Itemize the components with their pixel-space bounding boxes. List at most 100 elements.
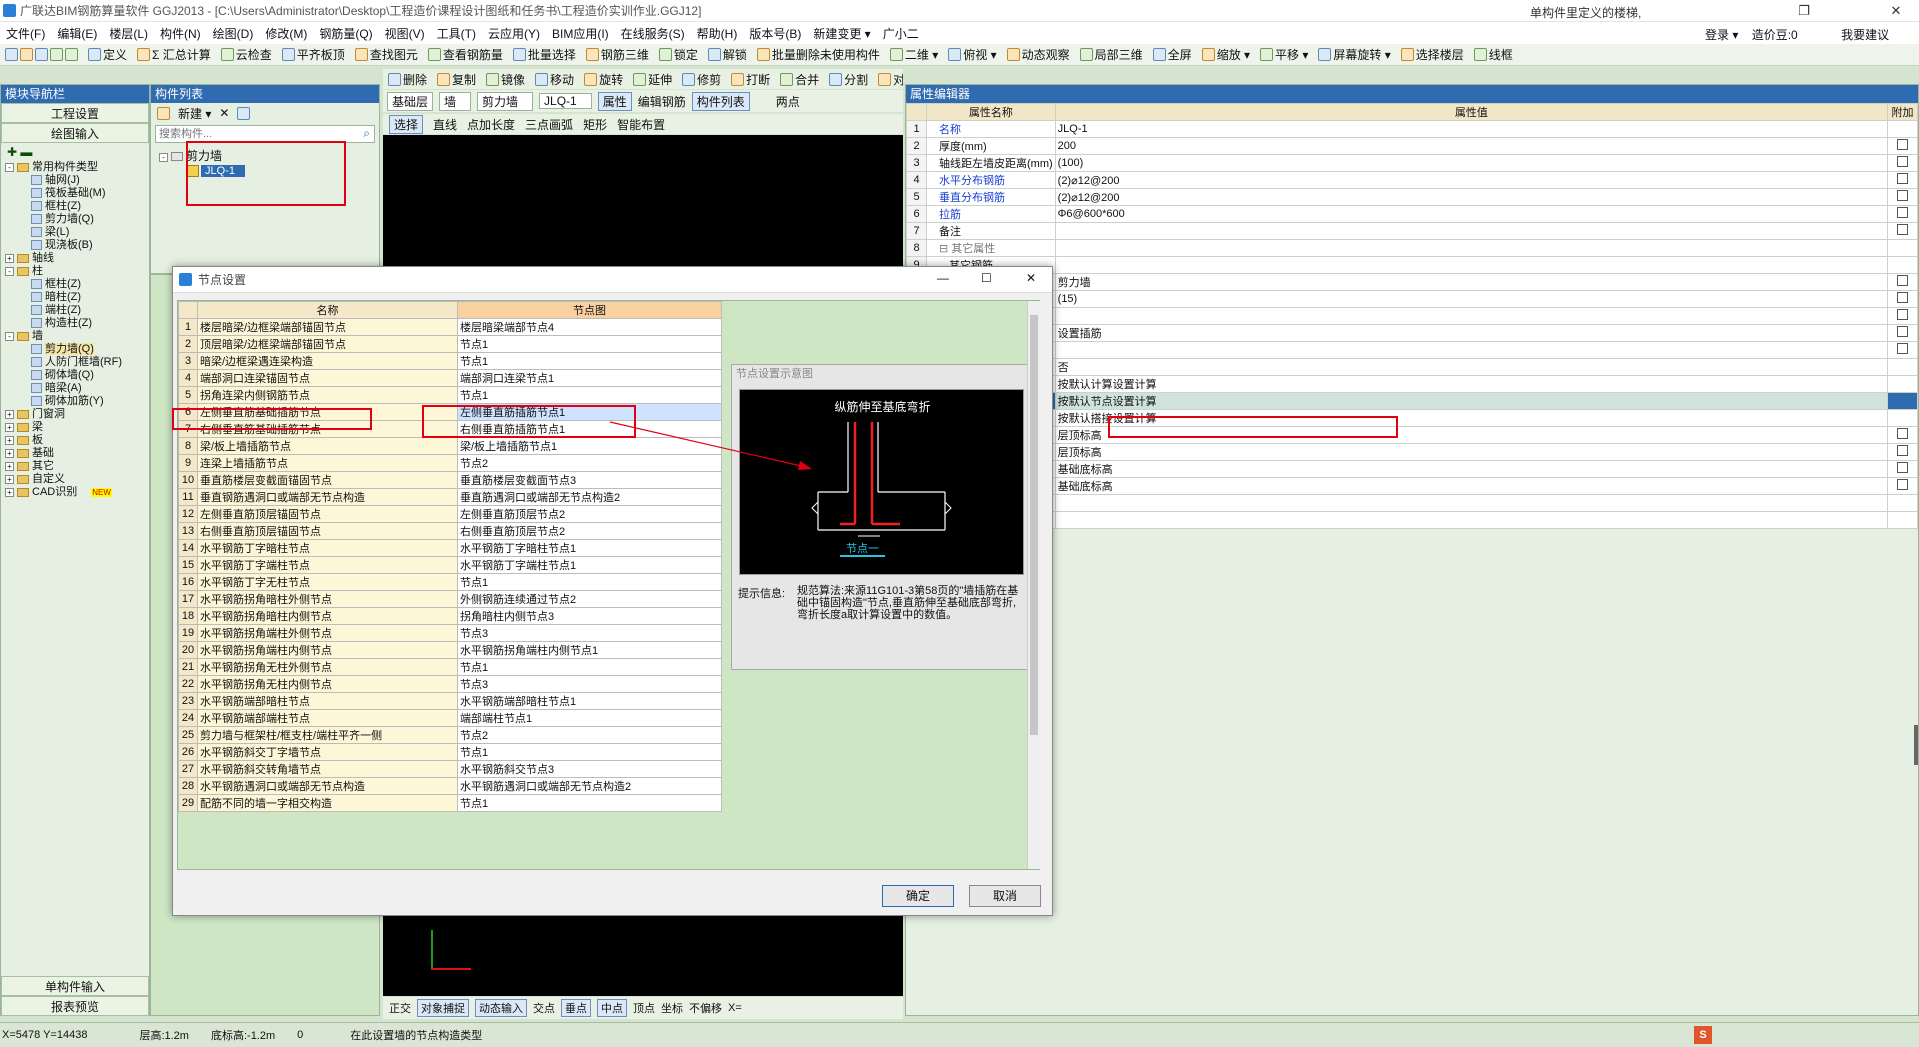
nav-tree-item[interactable]: 端柱(Z) <box>5 304 149 317</box>
property-row[interactable]: 19起点顶标高(m)层顶标高 <box>906 426 1918 444</box>
nav-tree-item[interactable]: -墙 <box>5 330 149 343</box>
menu-item-0[interactable]: 文件(F) <box>0 25 51 42</box>
project-settings-button[interactable]: 工程设置 <box>1 103 149 123</box>
component-select[interactable]: JLQ-1 <box>539 93 592 109</box>
node-row[interactable]: 27 水平钢筋斜交转角墙节点 水平钢筋斜交节点3 <box>178 760 722 778</box>
toolbar-btn-6[interactable]: 批量选择 <box>508 45 581 65</box>
attach-checkbox[interactable] <box>1897 445 1908 456</box>
nav-tree-item[interactable]: 暗柱(Z) <box>5 291 149 304</box>
node-row[interactable]: 20 水平钢筋拐角端柱内侧节点 水平钢筋拐角端柱内侧节点1 <box>178 641 722 659</box>
property-row[interactable]: 22终点底标高(m)基础底标高 <box>906 477 1918 495</box>
attach-checkbox[interactable] <box>1897 207 1908 218</box>
nav-tree-item[interactable]: - 常用构件类型 <box>5 161 149 174</box>
edit-btn-6[interactable]: 修剪 <box>677 69 726 89</box>
property-row[interactable]: 14插筋信息 <box>906 341 1918 359</box>
toolbar-btn-15[interactable]: 全屏 <box>1148 45 1197 65</box>
attach-checkbox[interactable] <box>1897 462 1908 473</box>
node-row[interactable]: 22 水平钢筋拐角无柱内侧节点 节点3 <box>178 675 722 693</box>
nav-tree-item[interactable]: + 轴线 <box>5 252 149 265</box>
toolbar-btn-9[interactable]: 解锁 <box>703 45 752 65</box>
toolbar-btn-8[interactable]: 锁定 <box>654 45 703 65</box>
property-row[interactable]: 21起点底标高(m)基础底标高 <box>906 460 1918 478</box>
draw-input-button[interactable]: 绘图输入 <box>1 123 149 143</box>
menu-item-4[interactable]: 绘图(D) <box>207 25 260 42</box>
nav-tree-item[interactable]: + 基础 <box>5 447 149 460</box>
draw-btn-2[interactable]: 点加长度 <box>467 116 515 133</box>
edit-btn-4[interactable]: 旋转 <box>579 69 628 89</box>
nav-tree-item[interactable]: 剪力墙(Q) <box>5 343 149 356</box>
attach-checkbox[interactable] <box>1897 275 1908 286</box>
attach-checkbox[interactable] <box>1897 224 1908 235</box>
toolbar-btn-7[interactable]: 钢筋三维 <box>581 45 654 65</box>
toolbar-btn-20[interactable]: 线框 <box>1469 45 1518 65</box>
edit-btn-7[interactable]: 打断 <box>726 69 775 89</box>
nav-tree-item[interactable]: 砌体加筋(Y) <box>5 395 149 408</box>
edit-btn-10[interactable]: 对齐 ▾ <box>873 69 903 89</box>
toolbar-btn-19[interactable]: 选择楼层 <box>1396 45 1469 65</box>
cancel-button[interactable]: 取消 <box>969 885 1041 907</box>
menu-item-10[interactable]: BIM应用(I) <box>546 25 615 42</box>
nav-tree-item[interactable]: + 板 <box>5 434 149 447</box>
property-row[interactable]: 20终点顶标高(m)层顶标高 <box>906 443 1918 461</box>
node-row[interactable]: 3 暗梁/边框梁遇连梁构造 节点1 <box>178 352 722 370</box>
draw-btn-5[interactable]: 智能布置 <box>617 116 665 133</box>
nav-tree-item[interactable]: 筏板基础(M) <box>5 187 149 200</box>
tree-expand-icons[interactable]: ✚ ▬ <box>1 143 149 161</box>
subtype-select[interactable]: 剪力墙 <box>477 91 534 111</box>
property-row[interactable]: 38⊞ 显示样式 <box>906 511 1918 529</box>
property-row[interactable]: 18搭接设置按默认搭接设置计算 <box>906 409 1918 427</box>
new-component-button[interactable]: 新建 ▾ <box>178 105 211 122</box>
attach-checkbox[interactable] <box>1897 343 1908 354</box>
attach-checkbox[interactable] <box>1897 326 1908 337</box>
maximize-icon[interactable]: ☐ <box>981 271 992 285</box>
floor-select[interactable]: 基础层 <box>387 91 434 111</box>
suggest-button[interactable]: 我要建议 <box>1841 28 1889 42</box>
nav-tree-item[interactable]: 框柱(Z) <box>5 200 149 213</box>
delete-icon[interactable]: ✕ <box>219 106 229 120</box>
toolbar-btn-4[interactable]: 查找图元 <box>350 45 423 65</box>
node-row[interactable]: 13 右侧垂直筋顶层锚固节点 右侧垂直筋顶层节点2 <box>178 522 722 540</box>
node-row[interactable]: 25 剪力墙与框架柱/框支柱/端柱平齐一侧 节点2 <box>178 726 722 744</box>
menu-item-3[interactable]: 构件(N) <box>154 25 207 42</box>
menu-item-13[interactable]: 版本号(B) <box>743 25 807 42</box>
nav-tree-item[interactable]: + CAD识别 NEW <box>5 486 149 499</box>
edit-btn-2[interactable]: 镜像 <box>481 69 530 89</box>
type-select[interactable]: 墙 <box>439 91 472 111</box>
menu-item-5[interactable]: 修改(M) <box>259 25 313 42</box>
toolbar-btn-0[interactable]: 定义 <box>83 45 132 65</box>
menu-item-8[interactable]: 工具(T) <box>431 25 482 42</box>
snap-btn-7[interactable]: 坐标 <box>661 1000 683 1016</box>
single-component-button[interactable]: 单构件输入 <box>1 976 149 996</box>
node-row[interactable]: 21 水平钢筋拐角无柱外侧节点 节点1 <box>178 658 722 676</box>
toolbar-btn-16[interactable]: 缩放 ▾ <box>1197 45 1255 65</box>
nav-tree-item[interactable]: 轴网(J) <box>5 174 149 187</box>
property-row[interactable]: 3 轴线距左墙皮距离(mm) (100) <box>906 154 1918 172</box>
menu-item-6[interactable]: 钢筋量(Q) <box>313 25 378 42</box>
ok-button[interactable]: 确定 <box>882 885 954 907</box>
dialog-close-icon[interactable]: ✕ <box>1026 271 1036 285</box>
close-icon[interactable]: ✕ <box>1873 0 1919 22</box>
edit-btn-3[interactable]: 移动 <box>530 69 579 89</box>
menu-item-11[interactable]: 在线服务(S) <box>615 25 691 42</box>
nav-tree-item[interactable]: + 其它 <box>5 460 149 473</box>
ime-icon[interactable]: S <box>1694 1026 1712 1044</box>
file-tools[interactable] <box>0 45 83 65</box>
snap-btn-3[interactable]: 交点 <box>533 1000 555 1016</box>
node-row[interactable]: 17 水平钢筋拐角暗柱外侧节点 外侧钢筋连续通过节点2 <box>178 590 722 608</box>
menu-item-1[interactable]: 编辑(E) <box>51 25 103 42</box>
attach-checkbox[interactable] <box>1897 139 1908 150</box>
edit-rebar-button[interactable]: 编辑钢筋 <box>638 93 686 110</box>
attach-checkbox[interactable] <box>1897 309 1908 320</box>
property-row[interactable]: 4 水平分布钢筋 (2)⌀12@200 <box>906 171 1918 189</box>
edit-btn-5[interactable]: 延伸 <box>628 69 677 89</box>
node-row[interactable]: 16 水平钢筋丁字无柱节点 节点1 <box>178 573 722 591</box>
attach-checkbox[interactable] <box>1897 479 1908 490</box>
menu-item-7[interactable]: 视图(V) <box>379 25 431 42</box>
property-row[interactable]: 7 备注 <box>906 222 1918 240</box>
two-point-button[interactable]: 两点 <box>776 93 800 110</box>
property-row[interactable]: 1 名称 JLQ-1 <box>906 120 1918 138</box>
property-row[interactable]: 13纵筋构造设置插筋 <box>906 324 1918 342</box>
property-row[interactable]: 2 厚度(mm) 200 <box>906 137 1918 155</box>
attach-checkbox[interactable] <box>1897 173 1908 184</box>
nav-tree-item[interactable]: + 自定义 <box>5 473 149 486</box>
